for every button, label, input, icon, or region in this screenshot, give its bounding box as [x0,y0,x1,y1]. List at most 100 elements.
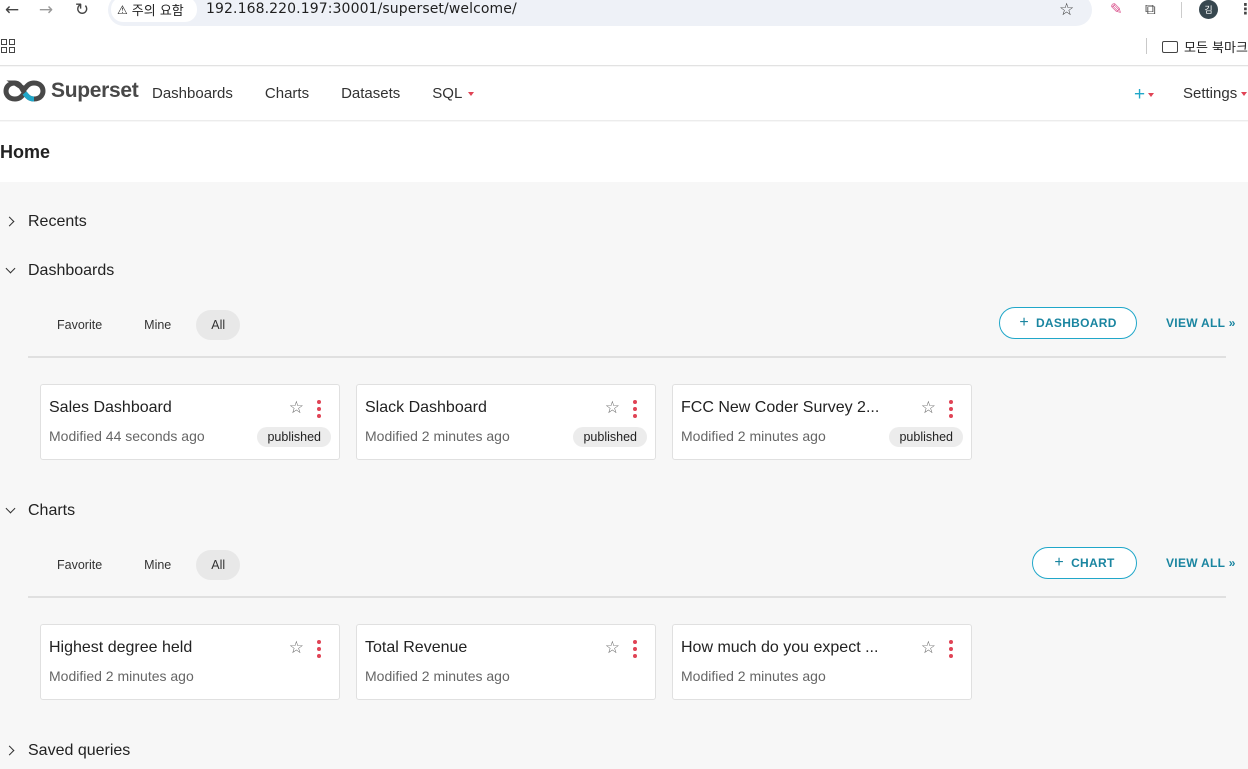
main-nav: Dashboards Charts Datasets SQL [152,85,506,102]
dashboards-divider [28,356,1226,358]
card-modified: Modified 44 seconds ago [49,428,205,444]
favorite-star-icon[interactable]: ☆ [289,638,304,658]
back-arrow-icon[interactable]: ← [0,0,24,20]
brand-name: Superset [51,79,139,102]
status-badge: published [257,427,331,447]
forward-arrow-icon[interactable]: → [34,0,58,20]
nav-charts[interactable]: Charts [265,85,309,102]
chart-card[interactable]: How much do you expect ... ☆ Modified 2 … [672,624,972,700]
title-bar [0,122,1248,182]
bookmark-star-icon[interactable]: ☆ [1059,0,1074,20]
toolbar-divider [1181,2,1182,18]
chart-card[interactable]: Total Revenue ☆ Modified 2 minutes ago [356,624,656,700]
dashboard-card[interactable]: FCC New Coder Survey 2... ☆ Modified 2 m… [672,384,972,460]
bookmarks-folder-label: 모든 북마크 [1184,41,1248,56]
favorite-star-icon[interactable]: ☆ [605,638,620,658]
favorite-star-icon[interactable]: ☆ [921,398,936,418]
apps-grid-icon[interactable] [1,39,15,53]
nav-datasets[interactable]: Datasets [341,85,400,102]
card-modified: Modified 2 minutes ago [365,428,510,444]
pen-extension-icon[interactable]: ✎ [1110,0,1123,18]
browser-menu-icon[interactable]: ⋮ [1238,0,1248,18]
section-recents-header[interactable]: Recents [0,213,87,231]
add-dashboard-label: DASHBOARD [1035,316,1117,330]
security-warning-chip[interactable]: ⚠ 주의 요함 [111,0,197,22]
more-options-icon[interactable] [633,400,637,418]
charts-filter-tabs: Favorite Mine All [40,550,248,580]
status-badge: published [889,427,963,447]
bookmarks-divider [1146,38,1147,54]
new-item-menu[interactable]: + [1134,84,1155,106]
security-label: 주의 요함 [131,4,184,19]
card-modified: Modified 2 minutes ago [681,428,826,444]
chevron-down-icon [468,92,475,97]
nav-sql-label: SQL [432,85,463,102]
charts-divider [28,596,1226,598]
tab-all[interactable]: All [196,310,241,340]
favorite-star-icon[interactable]: ☆ [921,638,936,658]
card-modified: Modified 2 minutes ago [365,668,510,684]
chevron-right-icon [2,742,20,760]
extensions-puzzle-icon[interactable]: ⧉ [1145,0,1156,18]
chevron-down-icon [1241,92,1248,97]
favorite-star-icon[interactable]: ☆ [289,398,304,418]
warning-triangle-icon: ⚠ [117,2,128,17]
chevron-down-icon [2,262,20,280]
profile-avatar[interactable]: 김 [1199,0,1218,19]
section-saved-queries-header[interactable]: Saved queries [0,742,130,760]
section-recents-label: Recents [28,213,87,230]
more-options-icon[interactable] [317,640,321,658]
section-charts-label: Charts [28,502,76,519]
settings-label: Settings [1183,85,1238,102]
section-saved-queries-label: Saved queries [28,742,131,759]
card-title[interactable]: Highest degree held [49,639,277,657]
card-modified: Modified 2 minutes ago [49,668,194,684]
card-title[interactable]: Total Revenue [365,639,593,657]
reload-icon[interactable]: ↻ [70,0,94,20]
charts-view-all-link[interactable]: VIEW ALL » [1166,556,1236,570]
add-dashboard-button[interactable]: + DASHBOARD [999,307,1137,339]
card-title[interactable]: How much do you expect ... [681,639,909,657]
card-title[interactable]: FCC New Coder Survey 2... [681,399,909,417]
superset-logo-icon [3,80,46,102]
settings-menu[interactable]: Settings [1183,85,1248,102]
chevron-down-icon [1148,92,1155,97]
plus-icon: + [1134,84,1146,105]
tab-favorite[interactable]: Favorite [40,550,119,580]
bookmarks-bar [0,30,1248,66]
more-options-icon[interactable] [949,400,953,418]
card-title[interactable]: Slack Dashboard [365,399,593,417]
page-title: Home [0,142,51,162]
section-charts-header[interactable]: Charts [0,502,75,520]
tab-all[interactable]: All [196,550,241,580]
superset-logo[interactable]: Superset [3,79,139,103]
add-chart-label: CHART [1071,556,1115,570]
more-options-icon[interactable] [317,400,321,418]
plus-icon: + [1019,314,1029,331]
dashboard-card[interactable]: Slack Dashboard ☆ Modified 2 minutes ago… [356,384,656,460]
folder-icon [1162,40,1178,53]
section-dashboards-header[interactable]: Dashboards [0,262,114,280]
tab-mine[interactable]: Mine [127,550,188,580]
status-badge: published [573,427,647,447]
favorite-star-icon[interactable]: ☆ [605,398,620,418]
dashboards-filter-tabs: Favorite Mine All [40,310,248,340]
chart-card[interactable]: Highest degree held ☆ Modified 2 minutes… [40,624,340,700]
chevron-down-icon [2,502,20,520]
more-options-icon[interactable] [949,640,953,658]
section-dashboards-label: Dashboards [28,262,115,279]
tab-mine[interactable]: Mine [127,310,188,340]
plus-icon: + [1054,554,1065,571]
card-title[interactable]: Sales Dashboard [49,399,277,417]
dashboards-view-all-link[interactable]: VIEW ALL » [1166,316,1236,330]
all-bookmarks-folder[interactable]: 모든 북마크 [1162,37,1248,56]
tab-favorite[interactable]: Favorite [40,310,119,340]
nav-sql[interactable]: SQL [432,85,475,102]
add-chart-button[interactable]: + CHART [1032,547,1137,579]
dashboard-card[interactable]: Sales Dashboard ☆ Modified 44 seconds ag… [40,384,340,460]
more-options-icon[interactable] [633,640,637,658]
card-modified: Modified 2 minutes ago [681,668,826,684]
chevron-right-icon [2,213,20,231]
nav-dashboards[interactable]: Dashboards [152,85,233,102]
url-text[interactable]: 192.168.220.197:30001/superset/welcome/ [206,1,517,17]
